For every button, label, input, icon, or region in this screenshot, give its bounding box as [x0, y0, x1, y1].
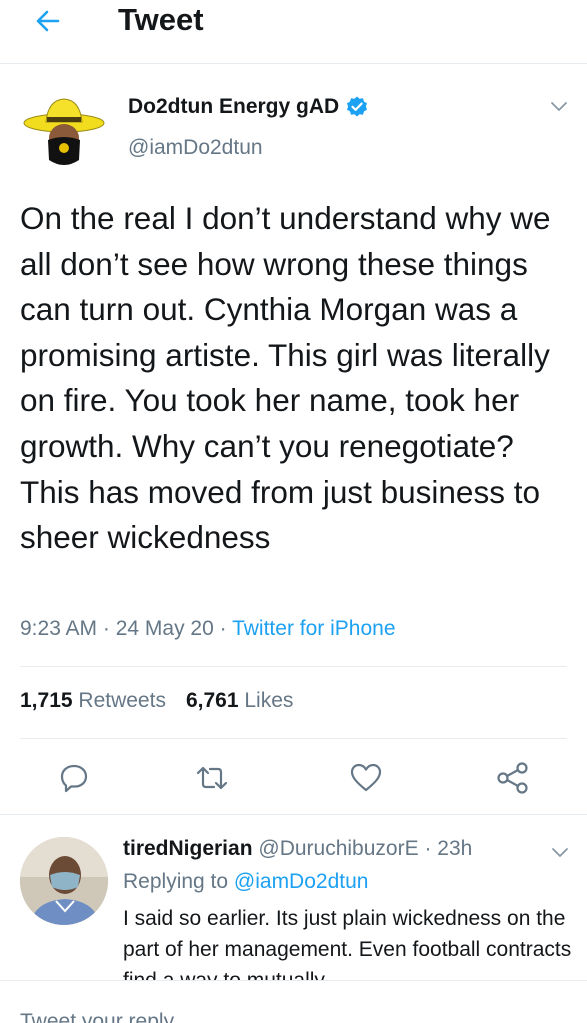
divider: [20, 666, 567, 667]
author-name[interactable]: Do2dtun Energy gAD: [128, 95, 369, 119]
reply-tweet[interactable]: tiredNigerian @DuruchibuzorE · 23h Reply…: [0, 815, 587, 980]
meta-separator: ·: [424, 837, 438, 860]
likes-stat[interactable]: 6,761 Likes: [186, 689, 293, 713]
reply-composer: [0, 980, 587, 1023]
reply-author-handle[interactable]: @DuruchibuzorE: [258, 837, 418, 860]
replying-to: Replying to @iamDo2dtun: [123, 870, 368, 894]
back-arrow-icon[interactable]: [30, 4, 66, 40]
author-avatar[interactable]: [22, 90, 106, 174]
reply-input[interactable]: [20, 1007, 560, 1023]
reply-header: tiredNigerian @DuruchibuzorE · 23h: [123, 837, 472, 861]
verified-badge-icon: [345, 95, 369, 119]
author-handle[interactable]: @iamDo2dtun: [128, 136, 263, 160]
retweets-count: 1,715: [20, 689, 73, 712]
reply-icon[interactable]: [56, 760, 92, 796]
share-icon[interactable]: [495, 760, 531, 796]
page-title: Tweet: [118, 2, 204, 37]
author-name-text[interactable]: Do2dtun Energy gAD: [128, 95, 339, 119]
action-bar: [0, 760, 587, 800]
likes-label: Likes: [244, 689, 294, 712]
replying-prefix: Replying to: [123, 870, 229, 893]
tweet-time: 9:23 AM: [20, 617, 98, 640]
tweet-date: 24 May 20: [115, 617, 214, 640]
tweet-meta: 9:23 AM · 24 May 20 · Twitter for iPhone: [20, 617, 396, 641]
reply-text: I said so earlier. Its just plain wicked…: [123, 907, 572, 980]
retweet-icon[interactable]: [194, 760, 230, 796]
reply-time: 23h: [437, 837, 473, 860]
tweet-text: On the real I don’t understand why we al…: [20, 200, 551, 556]
likes-count: 6,761: [185, 689, 239, 712]
tweet-source-link[interactable]: Twitter for iPhone: [232, 617, 395, 640]
meta-separator: ·: [102, 617, 116, 640]
retweets-label: Retweets: [78, 689, 166, 712]
divider: [20, 738, 567, 739]
meta-separator: ·: [219, 617, 233, 640]
reply-author-name[interactable]: tiredNigerian: [123, 837, 253, 860]
replying-to-link[interactable]: @iamDo2dtun: [234, 870, 369, 893]
reply-avatar[interactable]: [20, 837, 108, 925]
tweet-stats: 1,715 Retweets 6,761 Likes: [20, 689, 293, 713]
chevron-down-icon[interactable]: [550, 100, 568, 112]
top-bar: Tweet: [0, 0, 587, 64]
like-icon[interactable]: [348, 760, 384, 796]
retweets-stat[interactable]: 1,715 Retweets: [20, 689, 166, 713]
chevron-down-icon[interactable]: [551, 846, 569, 858]
